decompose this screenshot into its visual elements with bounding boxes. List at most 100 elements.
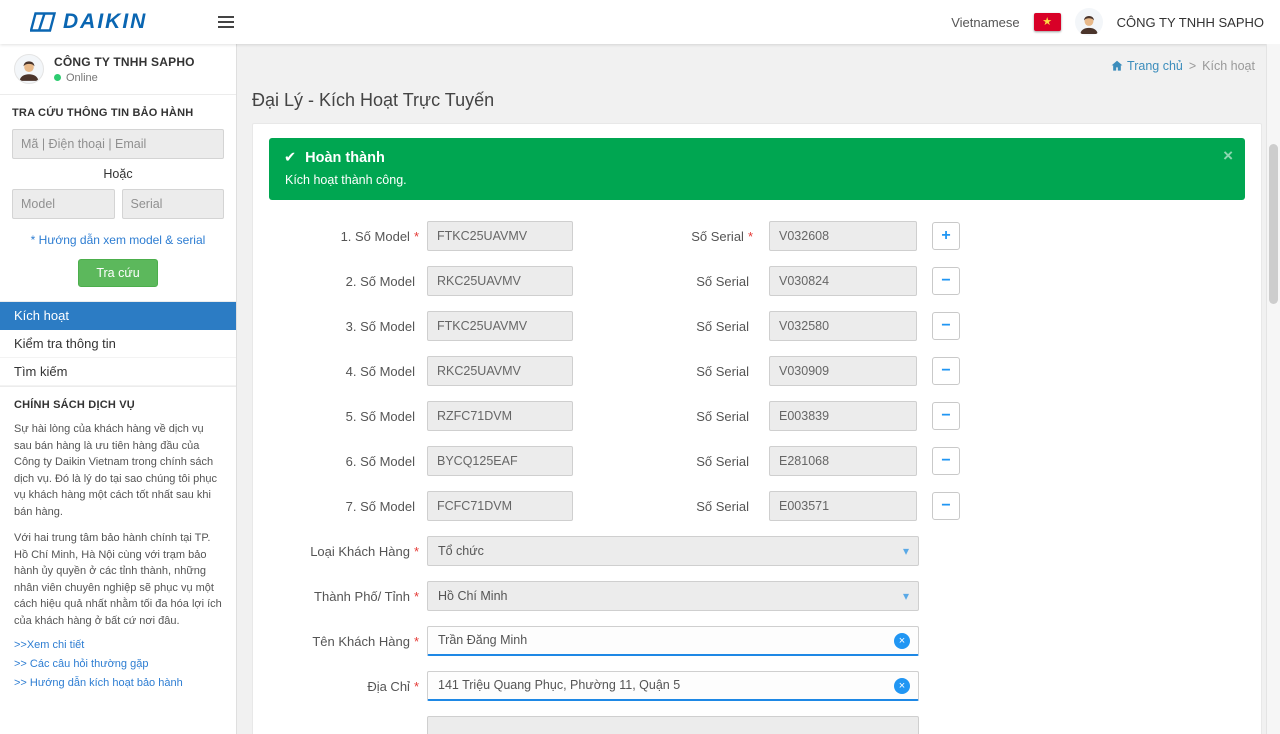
model-label: 7. Số Model	[269, 499, 419, 514]
sidebar-item-search[interactable]: Tìm kiếm	[0, 358, 236, 386]
serial-label: Số Serial	[573, 454, 753, 469]
daikin-logo[interactable]: DAIKIN	[30, 10, 147, 34]
serial-input[interactable]	[769, 446, 917, 476]
menu-toggle-icon[interactable]	[218, 13, 236, 31]
serial-input[interactable]	[769, 356, 917, 386]
next-field-input[interactable]	[427, 716, 919, 734]
activation-form: 1. Số Model* Số Serial* + 2. Số Model Số…	[269, 221, 1245, 734]
model-serial-row: 1. Số Model* Số Serial* +	[269, 221, 1245, 251]
policy-detail-link[interactable]: >>Xem chi tiết	[14, 639, 222, 651]
home-icon	[1111, 60, 1123, 72]
faq-link[interactable]: >> Các câu hỏi thường gặp	[14, 658, 222, 670]
model-serial-guide-link[interactable]: * Hướng dẫn xem model & serial	[12, 233, 224, 247]
customer-type-label: Loại Khách Hàng*	[269, 544, 419, 559]
chevron-down-icon: ▾	[903, 537, 909, 565]
page-title: Đại Lý - Kích Hoạt Trực Tuyến	[252, 90, 1280, 111]
warranty-lookup-panel: TRA CỨU THÔNG TIN BẢO HÀNH Hoặc * Hướng …	[0, 95, 236, 302]
chevron-down-icon: ▾	[903, 582, 909, 610]
model-input[interactable]	[427, 491, 573, 521]
sidebar-user-name: CÔNG TY TNHH SAPHO	[54, 55, 195, 69]
check-icon: ✔	[284, 150, 296, 166]
sidebar-user-avatar	[14, 54, 44, 84]
serial-input[interactable]	[769, 491, 917, 521]
model-serial-row: 7. Số Model Số Serial −	[269, 491, 1245, 521]
model-label: 5. Số Model	[269, 409, 419, 424]
address-input[interactable]: 141 Triệu Quang Phục, Phường 11, Quận 5 …	[427, 671, 919, 701]
remove-row-button[interactable]: −	[932, 312, 960, 340]
model-input[interactable]	[427, 266, 573, 296]
model-label: 6. Số Model	[269, 454, 419, 469]
sidebar-item-check-info[interactable]: Kiểm tra thông tin	[0, 330, 236, 358]
add-row-button[interactable]: +	[932, 222, 960, 250]
model-serial-row: 6. Số Model Số Serial −	[269, 446, 1245, 476]
policy-paragraph: Với hai trung tâm bảo hành chính tại TP.…	[14, 530, 222, 629]
serial-label: Số Serial	[573, 409, 753, 424]
alert-title: Hoàn thành	[305, 150, 385, 166]
serial-label: Số Serial*	[573, 229, 753, 244]
model-label: 1. Số Model*	[269, 229, 419, 244]
success-alert: ✔ Hoàn thành Kích hoạt thành công. ×	[269, 138, 1245, 200]
alert-message: Kích hoạt thành công.	[285, 173, 1230, 187]
lookup-search-button[interactable]: Tra cứu	[78, 259, 157, 287]
model-input[interactable]	[427, 401, 573, 431]
customer-name-input[interactable]: Trần Đăng Minh ×	[427, 626, 919, 656]
serial-input[interactable]	[769, 311, 917, 341]
model-input[interactable]	[427, 356, 573, 386]
model-input[interactable]	[427, 221, 573, 251]
sidebar: CÔNG TY TNHH SAPHO Online TRA CỨU THÔNG …	[0, 44, 237, 734]
online-status-label: Online	[66, 72, 98, 84]
model-label: 3. Số Model	[269, 319, 419, 334]
policy-paragraph: Sự hài lòng của khách hàng về dịch vụ sa…	[14, 421, 222, 520]
model-serial-row: 5. Số Model Số Serial −	[269, 401, 1245, 431]
breadcrumb-home-link[interactable]: Trang chủ	[1111, 59, 1183, 73]
clear-field-icon[interactable]: ×	[894, 678, 910, 694]
remove-row-button[interactable]: −	[932, 402, 960, 430]
serial-label: Số Serial	[573, 364, 753, 379]
remove-row-button[interactable]: −	[932, 492, 960, 520]
lookup-model-input[interactable]	[12, 189, 115, 219]
account-menu[interactable]: CÔNG TY TNHH SAPHO	[1117, 15, 1264, 30]
vietnam-flag-icon[interactable]: ★	[1034, 13, 1061, 31]
or-label: Hoặc	[12, 167, 224, 181]
model-label: 2. Số Model	[269, 274, 419, 289]
sidebar-item-activate[interactable]: Kích hoạt	[0, 302, 236, 330]
remove-row-button[interactable]: −	[932, 267, 960, 295]
remove-row-button[interactable]: −	[932, 447, 960, 475]
language-selector[interactable]: Vietnamese	[951, 15, 1019, 30]
remove-row-button[interactable]: −	[932, 357, 960, 385]
activation-guide-link[interactable]: >> Hướng dẫn kích hoạt bảo hành	[14, 677, 222, 689]
online-status-dot	[54, 74, 61, 81]
serial-input[interactable]	[769, 266, 917, 296]
serial-input[interactable]	[769, 221, 917, 251]
serial-label: Số Serial	[573, 319, 753, 334]
vertical-scrollbar[interactable]	[1266, 44, 1280, 734]
service-policy-panel: CHÍNH SÁCH DỊCH VỤ Sự hài lòng của khách…	[0, 387, 236, 708]
model-label: 4. Số Model	[269, 364, 419, 379]
customer-name-label: Tên Khách Hàng*	[269, 634, 419, 649]
lookup-code-input[interactable]	[12, 129, 224, 159]
breadcrumb-separator: >	[1189, 59, 1196, 73]
serial-input[interactable]	[769, 401, 917, 431]
sidebar-user-card: CÔNG TY TNHH SAPHO Online	[0, 44, 236, 95]
model-input[interactable]	[427, 311, 573, 341]
city-label: Thành Phố/ Tỉnh*	[269, 589, 419, 604]
city-select[interactable]: Hồ Chí Minh ▾	[427, 581, 919, 611]
alert-close-icon[interactable]: ×	[1223, 146, 1233, 166]
logo-text: DAIKIN	[63, 10, 147, 34]
breadcrumb-current: Kích hoạt	[1202, 59, 1255, 73]
lookup-title: TRA CỨU THÔNG TIN BẢO HÀNH	[12, 107, 224, 119]
customer-type-select[interactable]: Tổ chức ▾	[427, 536, 919, 566]
serial-label: Số Serial	[573, 499, 753, 514]
model-input[interactable]	[427, 446, 573, 476]
policy-title: CHÍNH SÁCH DỊCH VỤ	[14, 399, 222, 411]
sidebar-menu: Kích hoạt Kiểm tra thông tin Tìm kiếm	[0, 302, 236, 387]
model-serial-row: 2. Số Model Số Serial −	[269, 266, 1245, 296]
clear-field-icon[interactable]: ×	[894, 633, 910, 649]
breadcrumb: Trang chủ > Kích hoạt	[237, 56, 1280, 76]
lookup-serial-input[interactable]	[122, 189, 225, 219]
activation-form-panel: ✔ Hoàn thành Kích hoạt thành công. × 1. …	[252, 123, 1262, 734]
main-content: Trang chủ > Kích hoạt Đại Lý - Kích Hoạt…	[237, 44, 1280, 734]
user-avatar	[1075, 8, 1103, 36]
scrollbar-thumb[interactable]	[1269, 144, 1278, 304]
serial-label: Số Serial	[573, 274, 753, 289]
